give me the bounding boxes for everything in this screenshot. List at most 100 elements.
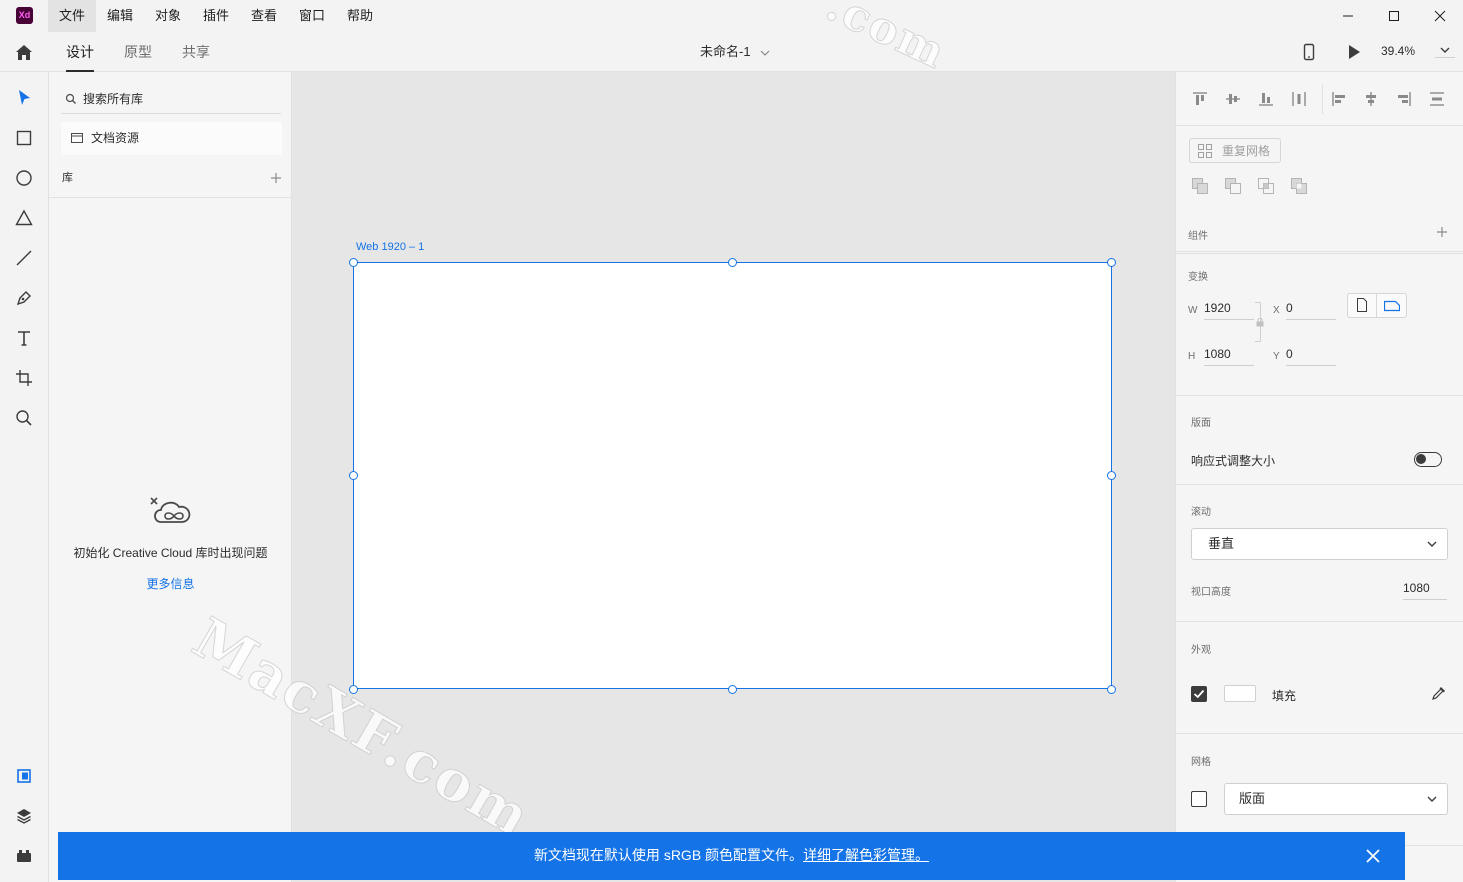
resize-handle-bottom-right[interactable]: [1107, 685, 1116, 694]
align-right-icon: [1398, 92, 1411, 106]
add-component-button[interactable]: [1435, 225, 1449, 239]
line-tool[interactable]: [12, 246, 36, 270]
document-title[interactable]: 未命名-1: [700, 32, 770, 72]
align-middle-icon: [1226, 94, 1240, 104]
align-center-button[interactable]: [1360, 88, 1382, 110]
menu-edit[interactable]: 编辑: [96, 0, 144, 32]
tab-prototype[interactable]: 原型: [124, 32, 152, 72]
resize-handle-left[interactable]: [349, 471, 358, 480]
assets-panel-button[interactable]: [12, 764, 36, 788]
more-info-link[interactable]: 更多信息: [49, 575, 292, 592]
align-top-button[interactable]: [1189, 88, 1211, 110]
boolean-exclude-button[interactable]: [1290, 177, 1308, 195]
boolean-intersect-button[interactable]: [1257, 177, 1275, 195]
height-field[interactable]: [1204, 342, 1254, 366]
artboard-tool[interactable]: [12, 366, 36, 390]
zoom-dropdown-button[interactable]: [1435, 46, 1455, 58]
fill-color-swatch[interactable]: [1224, 685, 1256, 702]
libraries-icon: [17, 769, 31, 783]
distribute-horizontal-button[interactable]: [1426, 88, 1448, 110]
ellipse-icon: [16, 170, 32, 186]
align-left-button[interactable]: [1328, 88, 1350, 110]
pointer-arrow-icon: [19, 90, 30, 105]
align-bottom-icon: [1259, 93, 1273, 106]
align-right-button[interactable]: [1393, 88, 1415, 110]
artboard-label: 版面: [1191, 418, 1211, 429]
search-input[interactable]: [83, 89, 273, 109]
plus-icon: [1437, 227, 1447, 237]
layers-panel-button[interactable]: [12, 804, 36, 828]
lock-aspect-button[interactable]: [1256, 318, 1264, 327]
add-library-button[interactable]: [269, 171, 283, 185]
menu-window[interactable]: 窗口: [288, 0, 336, 32]
artboard[interactable]: [353, 262, 1112, 689]
scroll-dropdown[interactable]: 垂直: [1191, 528, 1448, 560]
text-tool[interactable]: [12, 326, 36, 350]
artboard-name[interactable]: Web 1920 – 1: [356, 241, 424, 253]
portrait-button[interactable]: [1348, 294, 1377, 317]
rectangle-tool[interactable]: [12, 126, 36, 150]
resize-handle-bottom[interactable]: [728, 685, 737, 694]
x-position-field[interactable]: [1286, 296, 1336, 320]
component-section: 组件: [1176, 212, 1463, 254]
zoom-tool[interactable]: [12, 406, 36, 430]
close-window-button[interactable]: [1417, 0, 1463, 32]
boolean-subtract-button[interactable]: [1224, 177, 1242, 195]
creative-cloud-error-icon: [150, 497, 191, 523]
preview-play-button[interactable]: [1345, 43, 1363, 61]
eyedropper-button[interactable]: [1431, 685, 1447, 701]
menu-plugins[interactable]: 插件: [192, 0, 240, 32]
ellipse-tool[interactable]: [12, 166, 36, 190]
polygon-tool[interactable]: [12, 206, 36, 230]
libraries-label: 库: [62, 172, 73, 184]
maximize-button[interactable]: [1371, 0, 1417, 32]
responsive-resize-toggle[interactable]: [1414, 452, 1442, 467]
transform-label: 变换: [1188, 272, 1208, 283]
align-middle-button[interactable]: [1222, 88, 1244, 110]
document-assets-label: 文档资源: [91, 131, 140, 145]
plugins-panel-button[interactable]: [12, 844, 36, 868]
component-label: 组件: [1188, 231, 1208, 242]
device-preview-button[interactable]: [1300, 43, 1318, 61]
maximize-icon: [1389, 11, 1399, 21]
line-icon: [16, 250, 32, 266]
landscape-button[interactable]: [1378, 294, 1407, 317]
xd-logo-icon: Xd: [16, 7, 33, 24]
menu-view[interactable]: 查看: [240, 0, 288, 32]
grid-checkbox[interactable]: [1191, 791, 1207, 807]
document-assets-item[interactable]: 文档资源: [61, 122, 282, 155]
align-bottom-button[interactable]: [1255, 88, 1277, 110]
viewport-height-field[interactable]: [1403, 576, 1447, 600]
minimize-button[interactable]: [1325, 0, 1371, 32]
boolean-add-button[interactable]: [1191, 177, 1209, 195]
width-field[interactable]: [1204, 296, 1254, 320]
tab-share[interactable]: 共享: [182, 32, 210, 72]
repeat-grid-button[interactable]: 重复网格: [1189, 138, 1281, 163]
zoom-level[interactable]: 39.4%: [1381, 32, 1415, 72]
layers-icon: [17, 809, 31, 824]
tab-design[interactable]: 设计: [66, 32, 94, 72]
tool-rail: [0, 72, 49, 882]
resize-handle-right[interactable]: [1107, 471, 1116, 480]
libraries-header: 库: [49, 162, 292, 198]
fill-checkbox[interactable]: [1191, 686, 1207, 702]
align-center-icon: [1366, 92, 1376, 106]
grid-type-dropdown[interactable]: 版面: [1224, 783, 1448, 815]
pen-tool[interactable]: [12, 286, 36, 310]
menu-file[interactable]: 文件: [48, 0, 96, 32]
resize-handle-top-left[interactable]: [349, 258, 358, 267]
toggle-knob: [1416, 454, 1426, 464]
library-search[interactable]: [61, 84, 281, 114]
scroll-label: 滚动: [1191, 507, 1211, 518]
menu-object[interactable]: 对象: [144, 0, 192, 32]
resize-handle-top[interactable]: [728, 258, 737, 267]
grid-icon: [1198, 144, 1212, 158]
home-button[interactable]: [12, 42, 36, 62]
banner-close-button[interactable]: [1365, 848, 1381, 864]
distribute-vertical-button[interactable]: [1288, 88, 1310, 110]
menu-help[interactable]: 帮助: [336, 0, 384, 32]
color-management-link[interactable]: 详细了解色彩管理。: [803, 847, 929, 863]
resize-handle-top-right[interactable]: [1107, 258, 1116, 267]
y-position-field[interactable]: [1286, 342, 1336, 366]
select-tool[interactable]: [12, 86, 36, 110]
